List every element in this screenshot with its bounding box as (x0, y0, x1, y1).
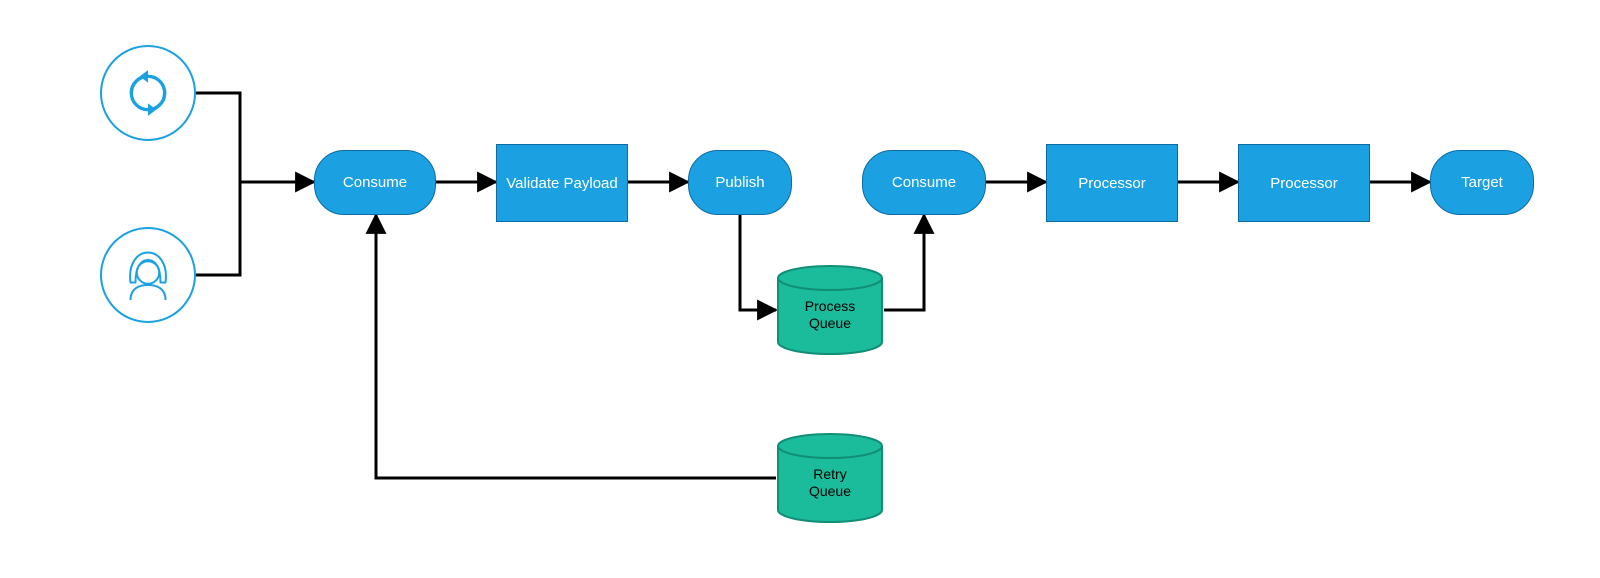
diagram-canvas: Consume Validate Payload Publish Consume… (0, 0, 1600, 578)
consume-1-node: Consume (314, 150, 436, 215)
process-queue-node: Process Queue (776, 264, 884, 356)
retry-queue-label-1: Retry (809, 466, 851, 483)
user-node (100, 227, 196, 323)
consume-2-label: Consume (892, 174, 956, 191)
target-label: Target (1461, 174, 1503, 191)
processor-2-node: Processor (1238, 144, 1370, 222)
retry-queue-label-2: Queue (809, 483, 851, 500)
user-icon (118, 245, 178, 305)
publish-label: Publish (715, 174, 764, 191)
process-queue-label-1: Process (805, 298, 856, 315)
processor-1-node: Processor (1046, 144, 1178, 222)
validate-label: Validate Payload (506, 175, 617, 192)
refresh-icon (123, 68, 173, 118)
consume-1-label: Consume (343, 174, 407, 191)
consume-2-node: Consume (862, 150, 986, 215)
publish-node: Publish (688, 150, 792, 215)
retry-queue-node: Retry Queue (776, 432, 884, 524)
process-queue-label-2: Queue (805, 315, 856, 332)
processor-2-label: Processor (1270, 175, 1338, 192)
validate-node: Validate Payload (496, 144, 628, 222)
processor-1-label: Processor (1078, 175, 1146, 192)
target-node: Target (1430, 150, 1534, 215)
refresh-node (100, 45, 196, 141)
